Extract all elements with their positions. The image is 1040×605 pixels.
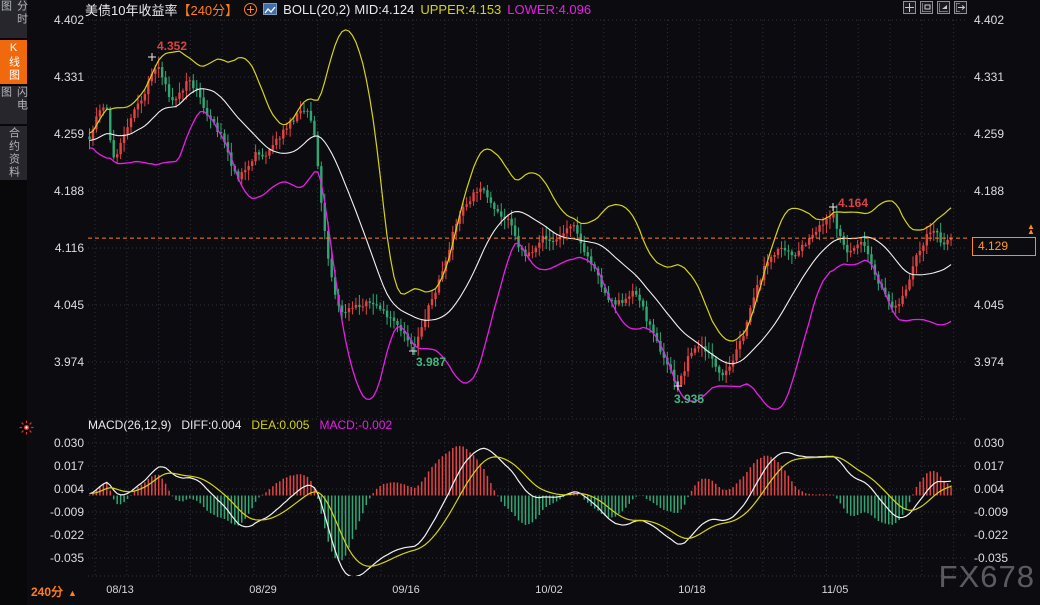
- pane-layout-alt-icon[interactable]: [937, 1, 950, 14]
- boll-lower-value: LOWER:4.096: [507, 2, 591, 17]
- timeframe-selector[interactable]: 240分▲: [31, 583, 77, 600]
- date-axis-label: 08/29: [241, 584, 285, 596]
- boll-mid-value: MID:4.124: [354, 2, 414, 17]
- symbol-title: 美债10年收益率: [85, 0, 177, 19]
- sidebar-tab-timeline[interactable]: 分时图: [0, 0, 27, 38]
- interval-tag: 【240分】: [177, 0, 238, 19]
- high-price-label: 4.164: [838, 196, 868, 210]
- high-price-label: 4.352: [157, 39, 187, 53]
- macd-axis-label-left: -0.022: [30, 528, 84, 542]
- macd-hist-value: MACD:-0.002: [319, 418, 392, 432]
- price-axis-label-right: 3.974: [974, 355, 1004, 369]
- price-axis-label-left: 4.045: [30, 298, 84, 312]
- timeframe-arrow-icon: ▲: [68, 588, 77, 598]
- macd-diff-value: DIFF:0.004: [181, 418, 241, 432]
- app-root: 分时图 K线图 闪电图 合约资料 美债10年收益率【240分】 BOLL(20,…: [0, 0, 1040, 605]
- time-axis-bar: 240分▲ 08/13 08/29 09/16 10/02 10/18 11/05: [27, 579, 1040, 605]
- sidebar-tab-lightning[interactable]: 闪电图: [0, 86, 27, 124]
- macd-axis-label-left: 0.004: [30, 482, 84, 496]
- macd-axis-label-right: -0.035: [974, 551, 1008, 565]
- chart-header: 美债10年收益率【240分】 BOLL(20,2) MID:4.124 UPPER…: [85, 1, 591, 17]
- price-axis-label-right: 4.045: [974, 298, 1004, 312]
- indicator-settings-icon[interactable]: [19, 420, 34, 435]
- chart-toolbar: [903, 1, 967, 14]
- date-axis-label: 10/18: [670, 584, 714, 596]
- macd-axis-label-right: 0.004: [974, 482, 1004, 496]
- price-axis-label-left: 4.188: [30, 184, 84, 198]
- date-axis-label: 10/02: [527, 584, 571, 596]
- crosshair-icon[interactable]: [903, 1, 916, 14]
- sidebar-tab-contract-info[interactable]: 合约资料: [0, 126, 27, 180]
- date-axis-label: 08/13: [98, 584, 142, 596]
- price-axis-label-right: 4.402: [974, 13, 1004, 27]
- low-price-label: 3.987: [416, 355, 446, 369]
- boll-label: BOLL(20,2): [283, 2, 350, 17]
- price-axis-label-left: 4.116: [30, 241, 84, 255]
- price-axis-label-left: 4.402: [30, 13, 84, 27]
- sidebar: 分时图 K线图 闪电图 合约资料: [0, 0, 27, 605]
- price-axis-label-right: 4.259: [974, 127, 1004, 141]
- export-icon[interactable]: [954, 1, 967, 14]
- macd-axis-label-right: -0.009: [974, 505, 1008, 519]
- price-axis-label-right: 4.188: [974, 184, 1004, 198]
- macd-axis-label-right: -0.022: [974, 528, 1008, 542]
- macd-header: MACD(26,12,9) DIFF:0.004 DEA:0.005 MACD:…: [88, 418, 392, 432]
- macd-axis-label-left: 0.017: [30, 459, 84, 473]
- price-axis-label-left: 3.974: [30, 355, 84, 369]
- main-chart-canvas[interactable]: [0, 0, 1040, 605]
- low-price-label: 3.935: [674, 392, 704, 406]
- macd-axis-label-left: 0.030: [30, 436, 84, 450]
- macd-axis-label-left: -0.009: [30, 505, 84, 519]
- macd-axis-label-right: 0.030: [974, 436, 1004, 450]
- price-axis-label-left: 4.331: [30, 70, 84, 84]
- macd-axis-label-right: 0.017: [974, 459, 1004, 473]
- date-axis-label: 11/05: [813, 584, 857, 596]
- mini-chart-icon[interactable]: [263, 3, 277, 15]
- pane-layout-icon[interactable]: [920, 1, 933, 14]
- current-price-box: 4.129: [972, 237, 1036, 256]
- macd-axis-label-left: -0.035: [30, 551, 84, 565]
- price-up-arrow-icon: ▲▲: [1024, 224, 1038, 236]
- sidebar-tab-kline[interactable]: K线图: [0, 40, 27, 84]
- price-axis-label-right: 4.331: [974, 70, 1004, 84]
- price-axis-label-left: 4.259: [30, 127, 84, 141]
- date-axis-label: 09/16: [384, 584, 428, 596]
- boll-upper-value: UPPER:4.153: [420, 2, 501, 17]
- macd-label: MACD(26,12,9): [88, 418, 171, 432]
- macd-dea-value: DEA:0.005: [251, 418, 309, 432]
- add-indicator-icon[interactable]: [244, 3, 257, 16]
